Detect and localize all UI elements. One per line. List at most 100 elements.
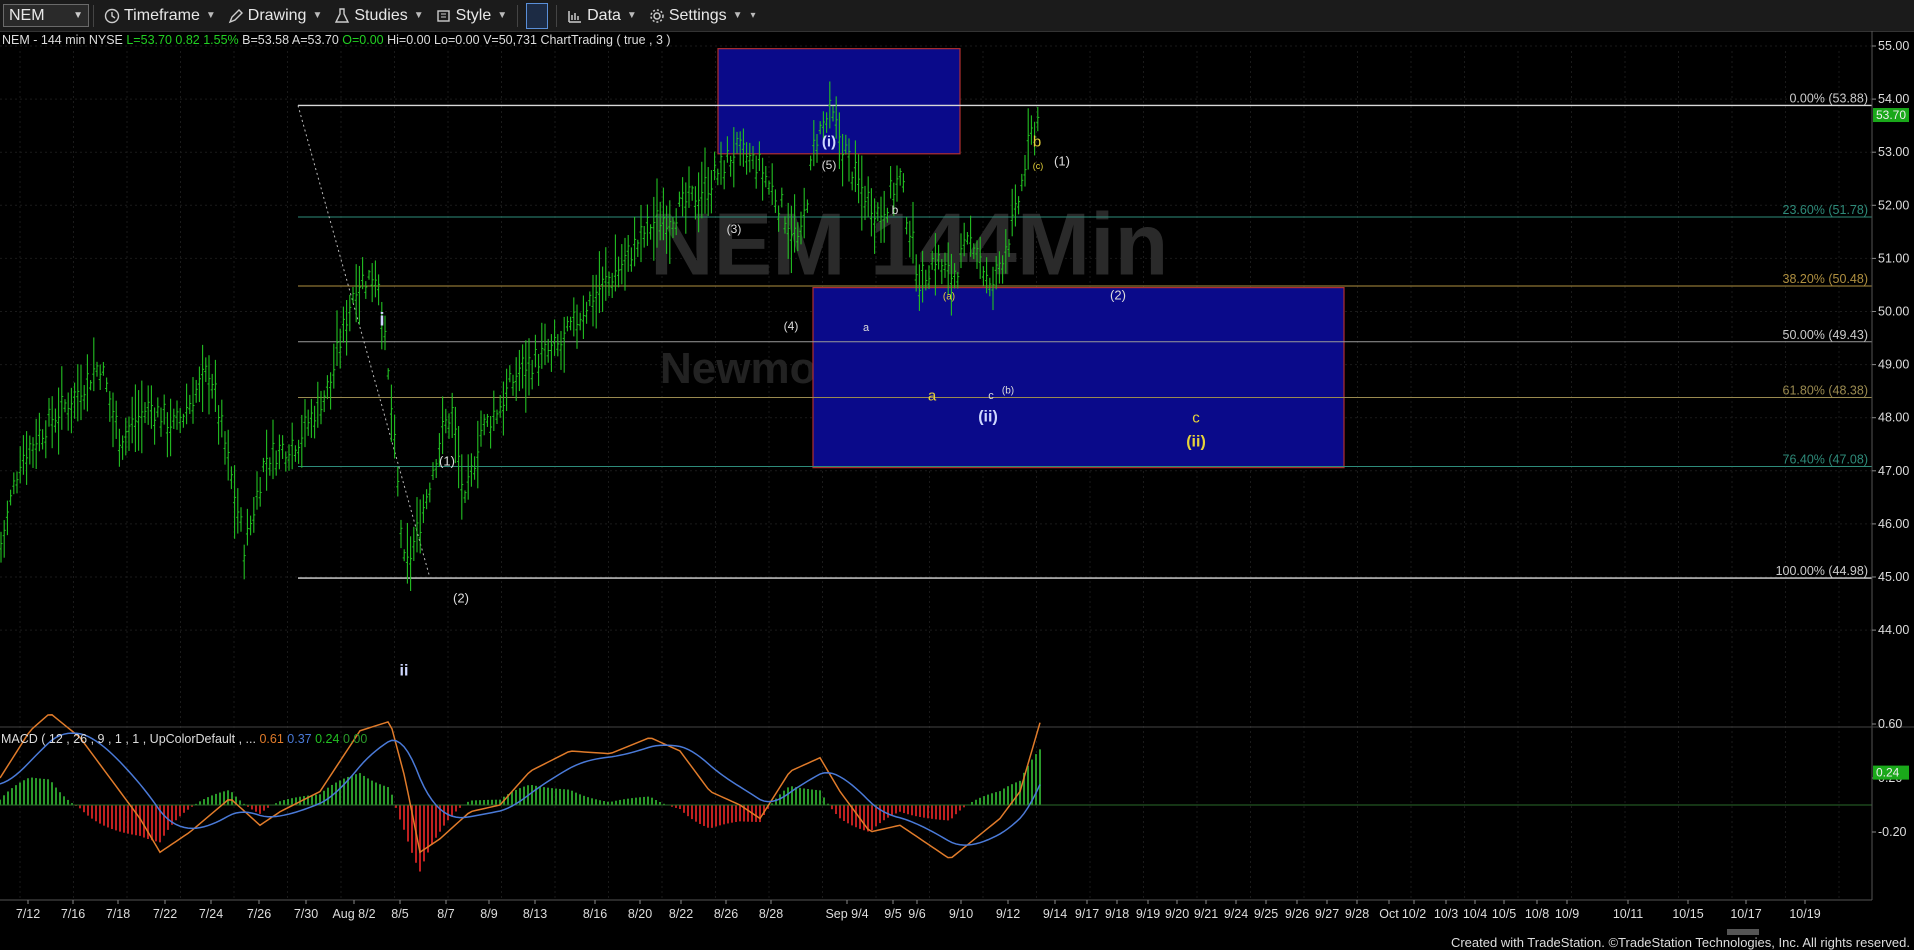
- wave-label: (a): [943, 292, 955, 303]
- volume: V=50,731: [483, 33, 537, 47]
- time-tick-label: 8/26: [714, 907, 738, 921]
- fib-label: 23.60% (51.78): [1783, 203, 1868, 217]
- studies-label: Studies: [354, 6, 408, 24]
- wave-label: a: [863, 322, 870, 334]
- time-tick-label: 10/2: [1402, 907, 1426, 921]
- settings-button[interactable]: Settings ▼: [643, 3, 749, 29]
- time-tick-label: 9/12: [996, 907, 1020, 921]
- time-tick-label: 10/4: [1463, 907, 1487, 921]
- overflow-chevron-icon[interactable]: ▾: [751, 10, 756, 21]
- bar-chart-icon: [568, 10, 582, 23]
- time-tick-label: 8/20: [628, 907, 652, 921]
- bid: B=53.58: [242, 33, 290, 47]
- layout-icon[interactable]: [526, 2, 549, 29]
- wave-label: i: [379, 309, 384, 329]
- wave-label: (3): [727, 222, 742, 236]
- time-tick-label: 7/18: [106, 907, 130, 921]
- pct-change: 1.55%: [203, 33, 239, 47]
- chevron-down-icon: ▼: [312, 10, 323, 21]
- price-tick-label: 46.00: [1878, 517, 1909, 531]
- price-tick-label: 48.00: [1878, 411, 1909, 425]
- time-tick-label: 7/24: [199, 907, 223, 921]
- flask-icon: [335, 7, 350, 23]
- timeframe-label: Timeframe: [124, 6, 200, 24]
- high: Hi=0.00: [387, 33, 431, 47]
- studies-button[interactable]: Studies ▼: [328, 3, 429, 29]
- time-tick-label: 10/8: [1525, 907, 1549, 921]
- footer-credit: Created with TradeStation. ©TradeStation…: [1450, 935, 1910, 950]
- gear-icon: [650, 8, 664, 23]
- time-tick-label: Sep 9/4: [825, 907, 868, 921]
- symbol-info-bar: NEM - 144 min NYSE L=53.70 0.82 1.55% B=…: [2, 33, 671, 47]
- style-button[interactable]: Style ▼: [430, 3, 513, 29]
- time-tick-label: 9/17: [1075, 907, 1099, 921]
- low: Lo=0.00: [434, 33, 480, 47]
- ask: A=53.70: [291, 33, 339, 47]
- fib-label: 0.00% (53.88): [1789, 91, 1868, 105]
- chevron-down-icon: ▼: [732, 10, 743, 21]
- open: O=0.00: [342, 33, 384, 47]
- chevron-down-icon: ▼: [205, 10, 216, 21]
- chevron-down-icon: ▼: [497, 10, 508, 21]
- time-tick-label: 9/25: [1254, 907, 1278, 921]
- time-tick-label: Oct: [1379, 907, 1399, 921]
- chevron-down-icon: ▼: [413, 10, 424, 21]
- separator: [517, 4, 519, 27]
- macd-tick-label: 0.60: [1878, 717, 1902, 731]
- price-tick-label: 51.00: [1878, 251, 1909, 265]
- zero-value: 0.00: [342, 732, 368, 746]
- last-price: L=53.70: [126, 33, 172, 47]
- drawing-button[interactable]: Drawing ▼: [222, 3, 329, 29]
- last-price-tag-text: 53.70: [1876, 108, 1906, 122]
- time-tick-label: 9/21: [1194, 907, 1218, 921]
- wave-label: (5): [822, 158, 837, 172]
- fib-label: 100.00% (44.98): [1776, 564, 1868, 578]
- time-tick-label: 9/26: [1285, 907, 1309, 921]
- net-change: 0.82: [175, 33, 200, 47]
- time-tick-label: 7/26: [247, 907, 271, 921]
- time-tick-label: 10/17: [1730, 907, 1761, 921]
- price-tick-label: 54.00: [1878, 92, 1909, 106]
- drawing-label: Drawing: [247, 6, 307, 24]
- chevron-down-icon: ▼: [73, 10, 83, 21]
- signal-value: 0.37: [287, 732, 312, 746]
- wave-label: ii: [400, 663, 409, 680]
- time-tick-label: 9/27: [1315, 907, 1339, 921]
- macd-name: MACD ( 12 , 26 , 9 , 1 , 1 , UpColorDefa…: [1, 732, 256, 746]
- price-tick-label: 50.00: [1878, 305, 1909, 319]
- time-tick-label: Aug 8/2: [332, 907, 375, 921]
- time-tick-label: 9/28: [1345, 907, 1369, 921]
- pencil-icon: [228, 8, 243, 23]
- timeframe-button[interactable]: Timeframe ▼: [98, 3, 222, 29]
- data-button[interactable]: Data ▼: [561, 3, 643, 29]
- wave-label: a: [928, 387, 937, 404]
- wave-label: (ii): [978, 409, 998, 426]
- time-tick-label: 8/16: [583, 907, 607, 921]
- symbol-selector[interactable]: NEM ▼: [3, 4, 89, 27]
- time-tick-label: 10/3: [1434, 907, 1458, 921]
- macd-value-tag-text: 0.24: [1876, 766, 1900, 780]
- time-tick-label: 9/19: [1136, 907, 1160, 921]
- chart-area[interactable]: NEM 144MinNewmont 0.00% (53.88)23.60% (5…: [0, 31, 1914, 950]
- price-tick-label: 49.00: [1878, 358, 1909, 372]
- wave-label: (2): [1110, 288, 1126, 303]
- time-tick-label: 7/30: [294, 907, 318, 921]
- time-tick-label: 8/22: [669, 907, 693, 921]
- fib-label: 76.40% (47.08): [1783, 453, 1868, 467]
- study-label: ChartTrading ( true , 3 ): [540, 33, 671, 47]
- separator: [93, 4, 94, 27]
- time-tick-label: 7/16: [61, 907, 85, 921]
- time-tick-label: 10/19: [1789, 907, 1820, 921]
- time-tick-label: 10/11: [1613, 907, 1643, 921]
- time-axis: 7/12 7/16 7/18 7/22 7/24 7/26 7/30 Aug 8/2 8/5 8/…: [0, 899, 1872, 935]
- time-tick-label: 8/28: [759, 907, 783, 921]
- time-tick-label: 10/5: [1492, 907, 1516, 921]
- style-label: Style: [455, 6, 492, 24]
- price-tick-label: 44.00: [1878, 623, 1909, 637]
- time-tick-label: 9/18: [1105, 907, 1129, 921]
- time-tick-label: 10/15: [1672, 907, 1703, 921]
- time-tick-label: 9/24: [1224, 907, 1248, 921]
- price-tick-label: 55.00: [1878, 39, 1909, 53]
- separator: [556, 4, 558, 27]
- wave-label: b: [892, 203, 899, 217]
